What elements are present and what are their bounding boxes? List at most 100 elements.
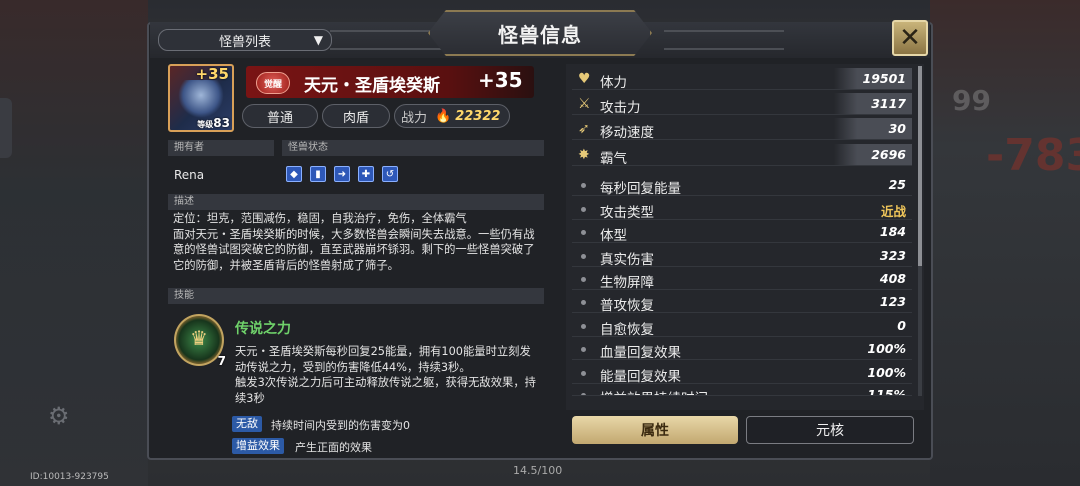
background-counter: 99 <box>952 84 991 117</box>
stat-value: 3117 <box>871 96 906 111</box>
stat-row: 血量回复效果 100% <box>572 338 912 361</box>
flame-icon: 🔥 <box>435 108 452 124</box>
close-icon: ✕ <box>899 23 921 53</box>
stat-label: 每秒回复能量 <box>600 181 681 197</box>
background-left-scene <box>0 0 148 486</box>
shield-buff-icon[interactable]: ◆ <box>286 166 302 182</box>
power-value: 22322 <box>455 108 501 124</box>
stat-label: 血量回复效果 <box>600 345 681 361</box>
stat-value: 30 <box>888 121 906 136</box>
monster-avatar[interactable]: +35 等级83 <box>168 64 234 132</box>
wing-icon: ➶ <box>578 121 590 137</box>
gear-icon[interactable]: ⚙ <box>48 402 70 430</box>
awaken-badge: 觉醒 <box>256 72 290 94</box>
skill-icon[interactable]: ♛ 7 <box>174 314 226 368</box>
skill-name: 传说之力 <box>235 321 291 337</box>
stat-row: ⚔ 攻击力 3117 <box>572 93 912 116</box>
skill-tag[interactable]: 无敌 <box>232 416 262 432</box>
stat-row: 增益效果持续时间 115% <box>572 384 912 396</box>
background-damage-number: -783 <box>986 130 1080 181</box>
bullet-dot-icon <box>581 324 586 329</box>
power-label: 战力 <box>401 110 428 126</box>
stat-value: 184 <box>879 224 906 239</box>
bullet-dot-icon <box>581 207 586 212</box>
stat-row: 生物屏障 408 <box>572 268 912 291</box>
avatar-level: 等级83 <box>197 116 230 130</box>
tab-core[interactable]: 元核 <box>746 416 914 444</box>
skill-level: 7 <box>217 354 226 368</box>
stat-value: 123 <box>879 294 906 309</box>
stat-value: 408 <box>879 271 906 286</box>
title-ornament-right <box>664 30 784 50</box>
player-id: ID:10013-923795 <box>30 472 109 482</box>
monster-portrait <box>178 80 224 118</box>
skill-tag-desc: 产生正面的效果 <box>295 441 372 454</box>
stat-value: 100% <box>867 341 906 356</box>
stat-label: 真实伤害 <box>600 252 654 268</box>
stat-value: 2696 <box>871 147 906 162</box>
monster-list-dropdown[interactable]: 怪兽列表 ▼ <box>158 29 332 51</box>
stat-row: 每秒回复能量 25 <box>572 174 912 197</box>
stat-value: 25 <box>888 177 906 192</box>
sword-icon: ⚔ <box>578 96 591 112</box>
stat-row: 普攻恢复 123 <box>572 291 912 314</box>
bullet-dot-icon <box>581 393 586 395</box>
chevron-down-icon: ▼ <box>313 33 323 47</box>
stat-label: 增益效果持续时间 <box>600 387 708 395</box>
stat-row: 真实伤害 323 <box>572 245 912 268</box>
skill-tag-clip: 增益效果 产生正面的效果 <box>148 438 548 458</box>
heart-icon: ♥ <box>578 71 591 87</box>
stat-value: 19501 <box>862 71 907 86</box>
stat-value: 100% <box>867 365 906 380</box>
owner-header: 拥有者 <box>168 140 274 156</box>
stat-row: ➶ 移动速度 30 <box>572 118 912 141</box>
bullet-dot-icon <box>581 183 586 188</box>
swirl-buff-icon[interactable]: ↺ <box>382 166 398 182</box>
skill-tag[interactable]: 增益效果 <box>232 438 284 454</box>
status-icon-list: ◆ ▮ ➜ ✚ ↺ <box>286 166 398 182</box>
claw-icon: ✸ <box>578 147 590 163</box>
stat-row: 能量回复效果 100% <box>572 362 912 385</box>
background-right-scene <box>930 0 1080 486</box>
stat-label: 霸气 <box>600 151 627 167</box>
side-drawer-handle[interactable] <box>0 98 12 158</box>
rarity-chip: 普通 <box>242 104 318 128</box>
progress-readout: 14.5/100 <box>513 464 563 477</box>
bullet-dot-icon <box>581 230 586 235</box>
stat-label: 自愈恢复 <box>600 322 654 338</box>
stance-buff-icon[interactable]: ▮ <box>310 166 326 182</box>
bullet-dot-icon <box>581 300 586 305</box>
tab-attributes[interactable]: 属性 <box>572 416 738 444</box>
role-chip: 肉盾 <box>322 104 390 128</box>
stat-row: 体型 184 <box>572 221 912 244</box>
bullet-dot-icon <box>581 254 586 259</box>
stat-label: 攻击类型 <box>600 205 654 221</box>
heal-buff-icon[interactable]: ✚ <box>358 166 374 182</box>
monster-plus-level: +35 <box>478 68 523 92</box>
bullet-dot-icon <box>581 277 586 282</box>
description-text: 定位：坦克，范围减伤，稳固，自我治疗，免伤，全体霸气 面对天元・圣盾埃癸斯的时候… <box>173 212 535 272</box>
stat-row: 攻击类型 近战 <box>572 198 912 221</box>
stat-label: 体型 <box>600 228 627 244</box>
stat-value: 近战 <box>880 204 906 219</box>
close-button[interactable]: ✕ <box>892 20 928 56</box>
power-chip: 战力 🔥 22322 <box>394 104 510 128</box>
description-header: 描述 <box>168 194 544 210</box>
title-plate: 怪兽信息 <box>428 10 652 56</box>
level-label: 等级 <box>197 120 214 129</box>
stat-label: 攻击力 <box>600 100 641 116</box>
stats-scroll-thumb[interactable] <box>918 66 922 266</box>
stat-row: 自愈恢复 0 <box>572 315 912 338</box>
stat-label: 生物屏障 <box>600 275 654 291</box>
stat-label: 能量回复效果 <box>600 369 681 385</box>
owner-name: Rena <box>174 168 205 182</box>
skill-description: 天元・圣盾埃癸斯每秒回复25能量，拥有100能量时立刻发动传说之力，受到的伤害降… <box>235 345 536 405</box>
bullet-dot-icon <box>581 347 586 352</box>
stat-label: 体力 <box>600 75 627 91</box>
crown-icon: ♛ <box>190 326 208 350</box>
stat-label: 移动速度 <box>600 125 654 141</box>
page-title: 怪兽信息 <box>498 22 582 47</box>
bullet-dot-icon <box>581 371 586 376</box>
arrow-buff-icon[interactable]: ➜ <box>334 166 350 182</box>
stat-row: ✸ 霸气 2696 <box>572 144 912 167</box>
